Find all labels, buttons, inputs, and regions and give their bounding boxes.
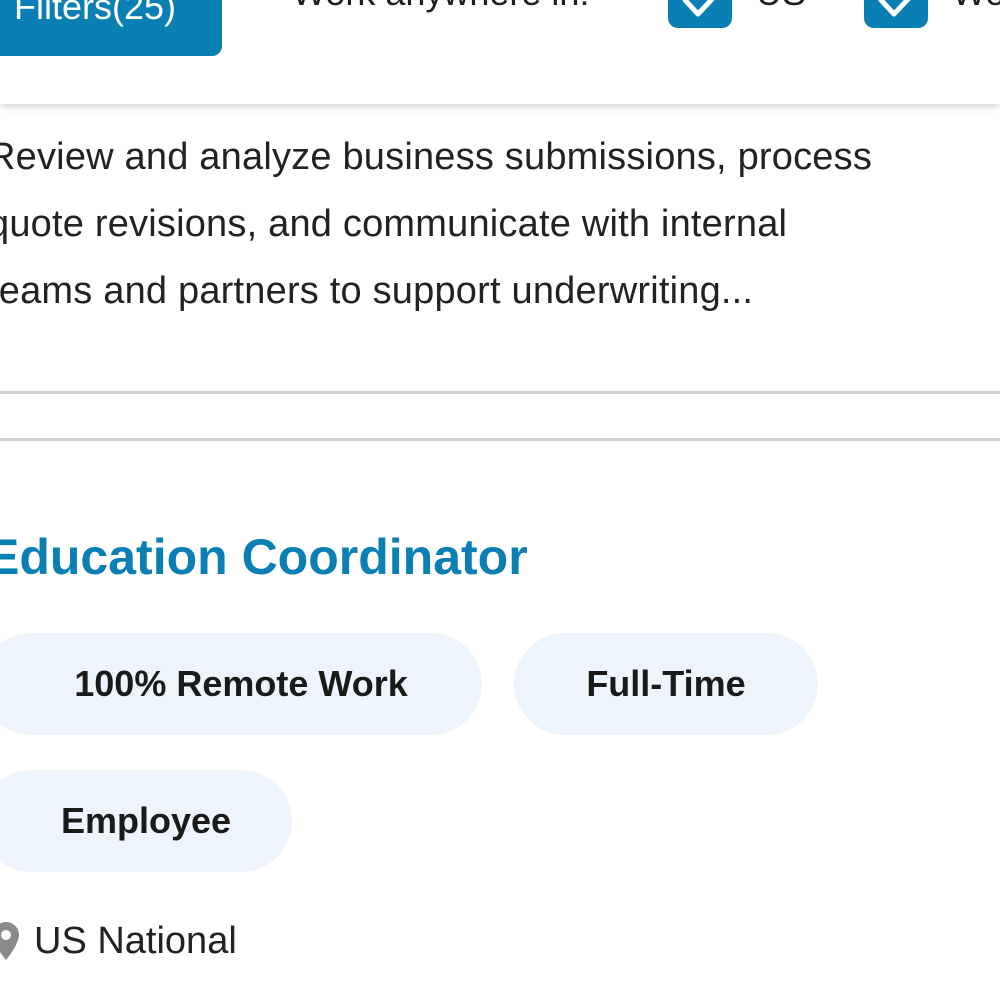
description-line: teams and partners to support underwriti…: [0, 270, 754, 312]
filters-button[interactable]: Filters(25): [0, 0, 222, 56]
check-icon: [878, 0, 911, 17]
filter-bar: Filters(25) Work anywhere in: US Wo: [0, 0, 1000, 104]
divider: [0, 438, 1000, 441]
job-search-page: Filters(25) Work anywhere in: US Wo Revi…: [0, 0, 1000, 1000]
worldwide-option-label[interactable]: Wo: [952, 0, 1000, 14]
worldwide-checkbox[interactable]: [864, 0, 928, 28]
work-anywhere-label: Work anywhere in:: [292, 0, 589, 14]
description-line: Review and analyze business submissions,…: [0, 136, 873, 178]
us-checkbox[interactable]: [668, 0, 732, 28]
map-pin-icon: [0, 922, 19, 960]
location-label: US National: [34, 919, 237, 962]
previous-job-description[interactable]: Review and analyze business submissions,…: [0, 124, 998, 325]
divider: [0, 391, 1000, 394]
job-title-link[interactable]: Education Coordinator: [0, 528, 528, 586]
job-location: US National: [0, 916, 237, 966]
us-option-label[interactable]: US: [756, 0, 806, 14]
description-line: quote revisions, and communicate with in…: [0, 203, 788, 245]
tag-remote-work: 100% Remote Work: [0, 633, 482, 735]
check-icon: [682, 0, 715, 17]
tag-full-time: Full-Time: [514, 633, 818, 735]
tag-employee: Employee: [0, 770, 292, 872]
